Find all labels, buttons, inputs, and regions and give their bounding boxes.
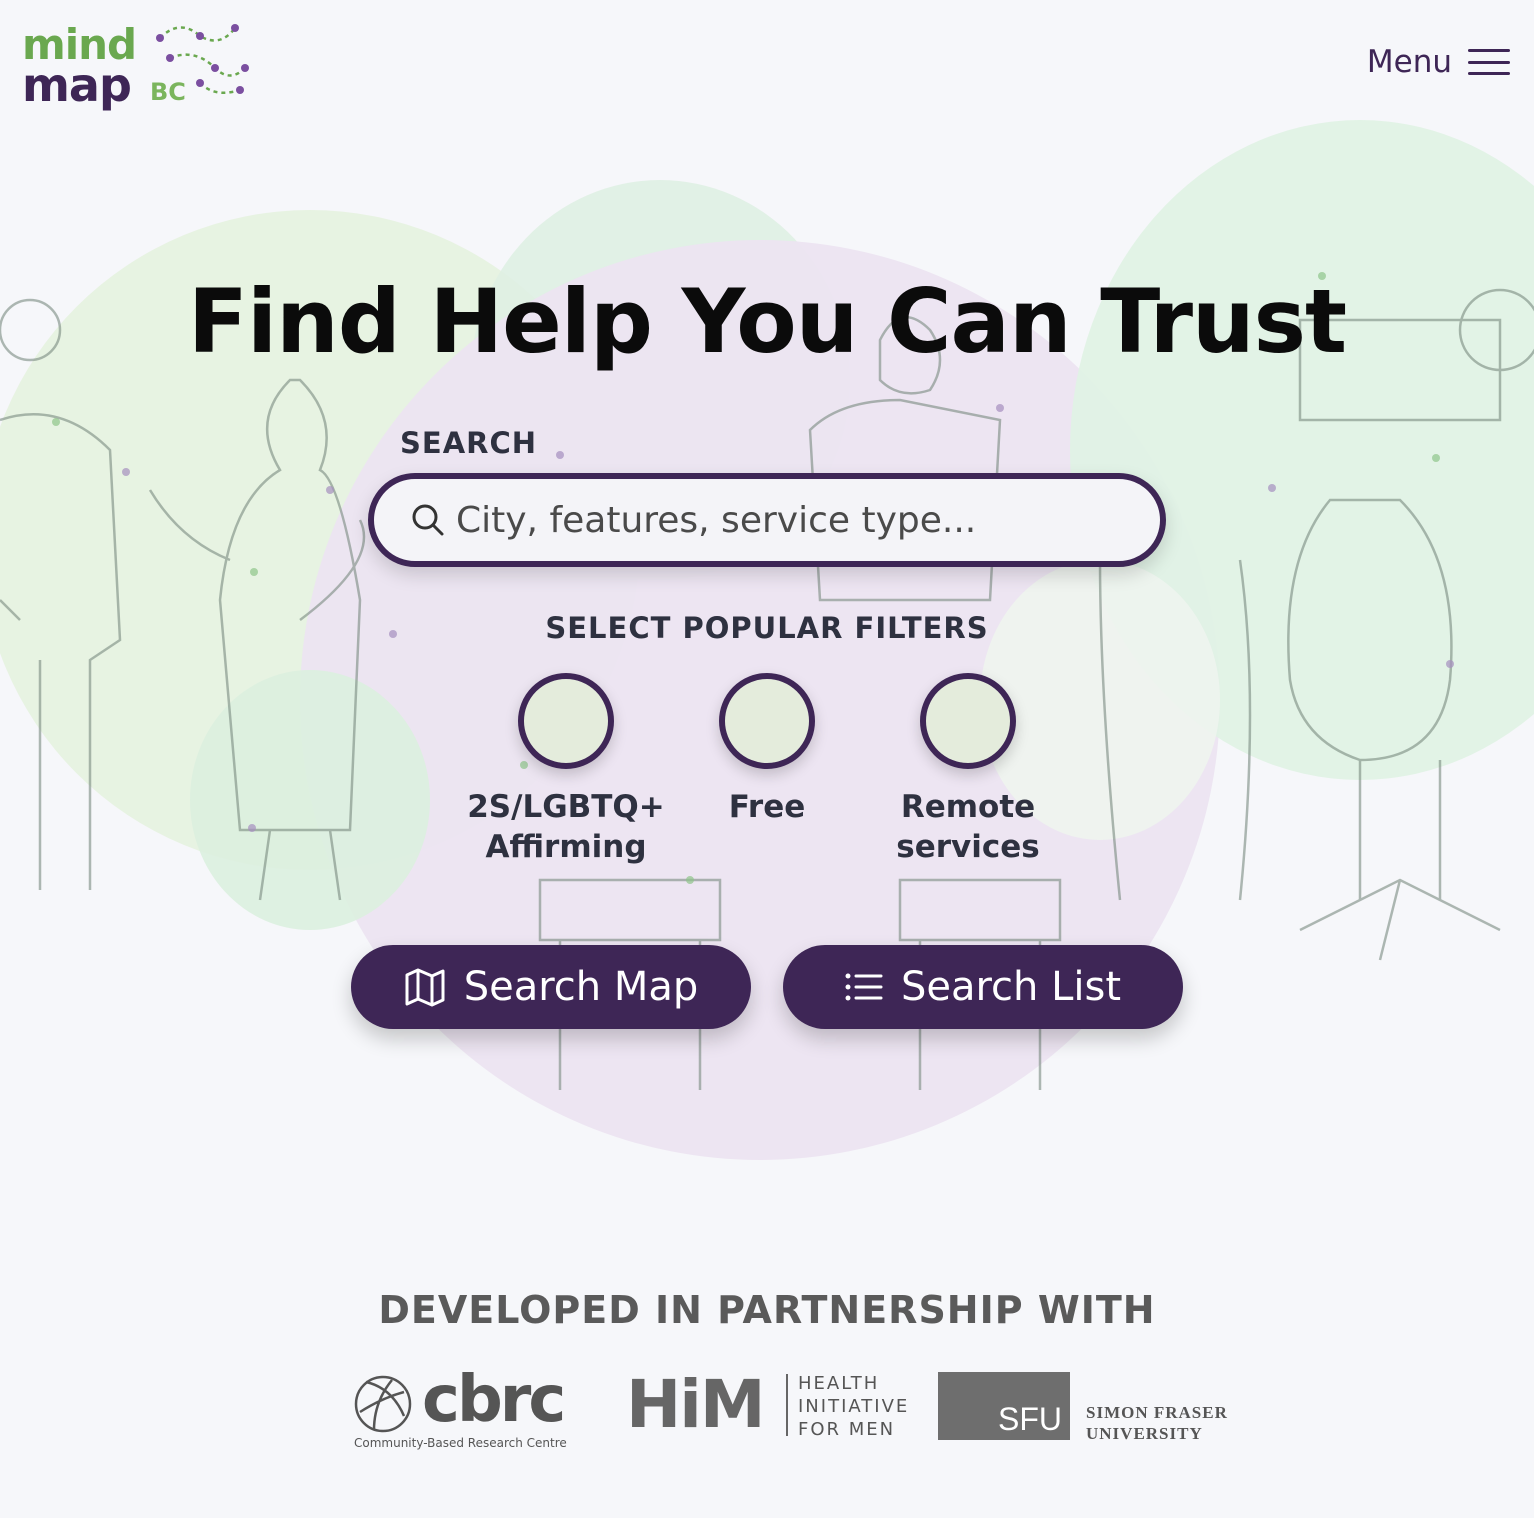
filter-lgbtq-affirming[interactable]: 2S/LGBTQ+ Affirming (466, 673, 666, 873)
cbrc-wordmark: cbrc (422, 1363, 566, 1437)
sfu-logo[interactable]: SFU SIMON FRASER UNIVERSITY (938, 1372, 1228, 1443)
list-icon (845, 973, 883, 1001)
him-logo[interactable]: HiM HEALTH INITIATIVE FOR MEN (626, 1366, 916, 1443)
menu-button[interactable]: Menu (1367, 44, 1510, 80)
search-map-button[interactable]: Search Map (351, 945, 751, 1029)
filter-label: Free (728, 789, 806, 825)
him-subtitle: HEALTH INITIATIVE FOR MEN (798, 1373, 910, 1440)
partners-heading: DEVELOPED IN PARTNERSHIP WITH (378, 1288, 1156, 1332)
filter-label: Remote services (896, 789, 1040, 865)
filter-checkbox[interactable] (920, 673, 1016, 769)
menu-label: Menu (1366, 44, 1452, 80)
logo-network-doodle-icon (156, 24, 249, 95)
cbrc-subtitle: Community-Based Research Centre (354, 1436, 567, 1450)
search-map-label: Search Map (463, 964, 699, 1010)
sfu-wordmark: SFU (998, 1401, 1062, 1437)
sfu-subtitle: SIMON FRASER UNIVERSITY (1086, 1403, 1228, 1443)
logo-text-map: map (22, 58, 132, 112)
cbrc-logo[interactable]: cbrc Community-Based Research Centre (352, 1363, 567, 1452)
filter-label: 2S/LGBTQ+ Affirming (467, 789, 665, 865)
hamburger-icon (1468, 45, 1510, 79)
cbrc-emblem-icon (354, 1375, 412, 1433)
filter-checkbox[interactable] (719, 673, 815, 769)
map-icon (405, 968, 445, 1007)
filter-checkbox[interactable] (518, 673, 614, 769)
popular-filters-label: SELECT POPULAR FILTERS (545, 611, 989, 645)
mindmap-bc-logo[interactable]: mind map BC (22, 18, 252, 118)
popular-filters: 2S/LGBTQ+ Affirming Free Remote services (466, 673, 1068, 873)
him-divider (786, 1374, 788, 1436)
search-list-button[interactable]: Search List (783, 945, 1183, 1029)
filter-remote-services[interactable]: Remote services (868, 673, 1068, 873)
him-wordmark: HiM (626, 1366, 766, 1443)
partner-logos: cbrc Community-Based Research Centre HiM… (0, 1360, 1534, 1460)
sfu-block: SFU (938, 1372, 1070, 1440)
search-label: SEARCH (400, 426, 538, 460)
search-input[interactable] (456, 499, 1136, 541)
page-title: Find Help You Can Trust (187, 270, 1347, 373)
search-icon (412, 504, 444, 536)
filter-free[interactable]: Free (667, 673, 867, 873)
search-field[interactable] (368, 473, 1166, 567)
search-list-label: Search List (900, 964, 1122, 1010)
